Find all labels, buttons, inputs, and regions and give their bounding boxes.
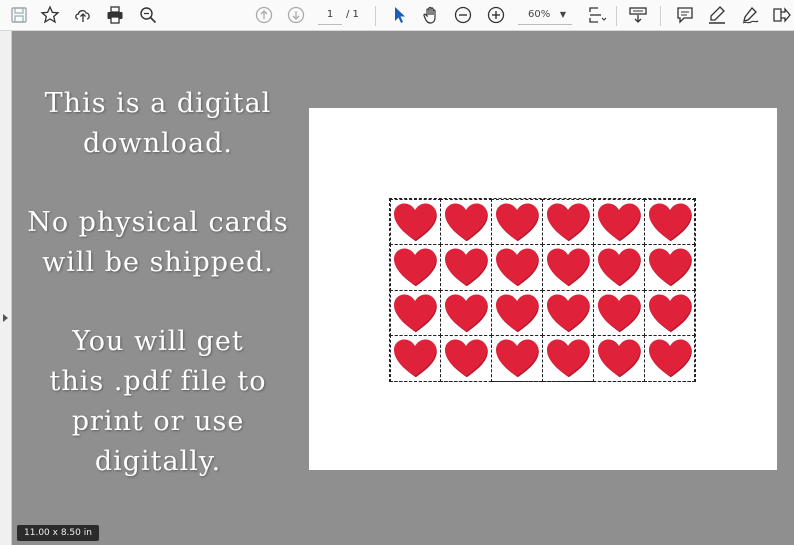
heart-icon (648, 203, 692, 241)
promo-line: print or use (71, 406, 245, 437)
toolbar-divider (616, 6, 617, 26)
card-cell (389, 335, 442, 382)
card-cell (592, 198, 645, 245)
document-page (309, 108, 777, 470)
heart-icon (445, 203, 489, 241)
heart-icon (445, 294, 489, 332)
card-cell (592, 244, 645, 291)
card-cell (541, 244, 594, 291)
heart-icon (546, 294, 590, 332)
card-cell (491, 289, 543, 336)
card-cell (541, 335, 594, 382)
heart-icon (597, 203, 641, 241)
promo-line: This is a digital (44, 88, 272, 119)
card-cell (643, 289, 696, 336)
card-cell (440, 198, 493, 245)
upload-cloud-icon[interactable] (72, 4, 94, 26)
zoom-in-icon[interactable] (485, 4, 507, 26)
card-cell (592, 335, 645, 382)
zoom-select[interactable]: 60% ▼ (518, 6, 572, 25)
heart-icon (597, 339, 641, 378)
fit-page-icon[interactable] (586, 4, 608, 26)
card-cell (643, 244, 696, 291)
promo-line: will be shipped. (42, 247, 274, 278)
heart-icon (445, 339, 489, 378)
heart-icon (597, 294, 641, 332)
hand-icon[interactable] (420, 4, 442, 26)
card-cell (592, 289, 645, 336)
promo-line: You will get (72, 326, 244, 357)
card-cell (643, 335, 696, 382)
scroll-mode-icon[interactable] (627, 4, 649, 26)
next-page-icon[interactable] (285, 4, 307, 26)
zoom-search-icon[interactable] (137, 4, 159, 26)
heart-icon (546, 248, 590, 287)
chevron-right-icon (3, 314, 8, 322)
comment-icon[interactable] (674, 4, 696, 26)
card-cell (440, 244, 493, 291)
highlight-pen-icon[interactable] (706, 4, 728, 26)
chevron-down-icon: ▼ (559, 10, 566, 19)
select-cursor-icon[interactable] (388, 4, 410, 26)
heart-icon (496, 248, 539, 287)
heart-icon (648, 339, 692, 378)
toolbar: 1 / 1 60% ▼ (0, 0, 794, 31)
toolbar-divider (660, 6, 661, 26)
card-cell (440, 335, 493, 382)
heart-icon (496, 203, 539, 241)
heart-icon (496, 339, 539, 378)
card-cell (389, 244, 442, 291)
heart-icon (648, 248, 692, 287)
sidebar-toggle[interactable] (0, 31, 12, 545)
promo-line: download. (83, 128, 233, 159)
heart-icon (648, 294, 692, 332)
toolbar-divider (375, 6, 376, 26)
card-cell (389, 198, 442, 245)
card-cell (491, 335, 543, 382)
card-grid (389, 198, 696, 382)
page-number-input[interactable]: 1 (318, 6, 342, 25)
share-icon[interactable] (770, 4, 792, 26)
print-icon[interactable] (104, 4, 126, 26)
sign-icon[interactable] (739, 4, 761, 26)
card-cell (643, 198, 696, 245)
bookmark-star-icon[interactable] (39, 4, 61, 26)
heart-icon (394, 294, 438, 332)
promo-text: This is a digital download. No physical … (18, 84, 298, 482)
promo-line: No physical cards (27, 207, 289, 238)
promo-line: digitally. (94, 446, 222, 477)
card-cell (491, 198, 543, 245)
card-cell (491, 244, 543, 291)
previous-page-icon[interactable] (253, 4, 275, 26)
heart-icon (445, 248, 489, 287)
page-size-badge: 11.00 x 8.50 in (17, 525, 99, 541)
heart-icon (394, 203, 438, 241)
zoom-out-icon[interactable] (452, 4, 474, 26)
heart-icon (597, 248, 641, 287)
save-icon[interactable] (8, 4, 30, 26)
heart-icon (546, 203, 590, 241)
card-cell (440, 289, 493, 336)
card-cell (541, 198, 594, 245)
heart-icon (394, 248, 438, 287)
card-cell (389, 289, 442, 336)
heart-icon (394, 339, 438, 378)
promo-line: this .pdf file to (49, 366, 267, 397)
heart-icon (496, 294, 539, 332)
page-total: / 1 (346, 9, 359, 20)
heart-icon (546, 339, 590, 378)
zoom-value: 60% (528, 9, 551, 20)
card-cell (541, 289, 594, 336)
